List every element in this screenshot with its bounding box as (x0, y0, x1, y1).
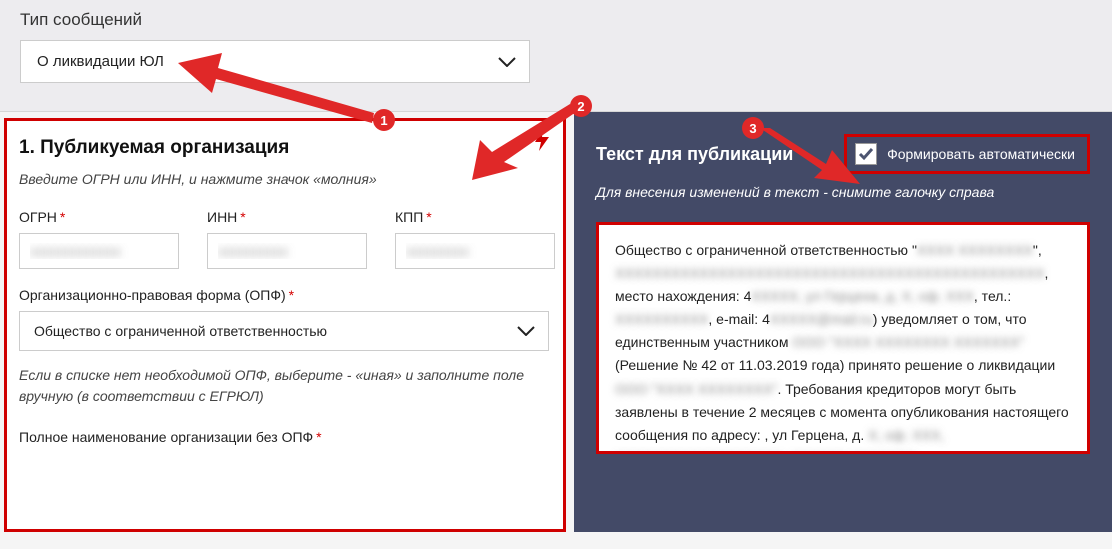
auto-generate-checkbox[interactable] (855, 143, 877, 165)
inn-label: ИНН* (207, 209, 367, 225)
kpp-field: КПП* (395, 209, 555, 269)
id-fields-row: ОГРН* ИНН* КПП* (19, 209, 543, 269)
opf-select[interactable]: Общество с ограниченной ответственностью (19, 311, 549, 351)
inn-input[interactable] (207, 233, 367, 269)
message-type-label: Тип сообщений (20, 10, 1092, 30)
kpp-label: КПП* (395, 209, 555, 225)
publication-subhint: Для внесения изменений в текст - снимите… (596, 184, 1090, 200)
kpp-input[interactable] (395, 233, 555, 269)
opf-selected-value: Общество с ограниченной ответственностью (19, 311, 549, 351)
auto-generate-label: Формировать автоматически (887, 146, 1075, 162)
publication-header: Текст для публикации Формировать автомат… (596, 134, 1090, 174)
ogrn-field: ОГРН* (19, 209, 179, 269)
message-type-select[interactable]: О ликвидации ЮЛ (20, 40, 530, 83)
message-type-section: Тип сообщений О ликвидации ЮЛ (0, 0, 1112, 112)
ogrn-label: ОГРН* (19, 209, 179, 225)
inn-field: ИНН* (207, 209, 367, 269)
left-column: 1. Публикуемая организация Введите ОГРН … (0, 112, 574, 532)
full-name-label: Полное наименование организации без ОПФ* (19, 429, 543, 445)
message-type-selected-value: О ликвидации ЮЛ (20, 40, 530, 83)
organization-hint: Введите ОГРН или ИНН, и нажмите значок «… (19, 171, 543, 187)
opf-label: Организационно-правовая форма (ОПФ)* (19, 287, 543, 303)
publication-text-panel: Текст для публикации Формировать автомат… (574, 112, 1112, 532)
opf-hint: Если в списке нет необходимой ОПФ, выбер… (19, 365, 543, 407)
main-row: 1. Публикуемая организация Введите ОГРН … (0, 112, 1112, 532)
publication-body[interactable]: Общество с ограниченной ответственностью… (596, 222, 1090, 454)
ogrn-input[interactable] (19, 233, 179, 269)
lightning-icon[interactable] (535, 129, 549, 157)
organization-title: 1. Публикуемая организация (19, 137, 543, 159)
organization-panel: 1. Публикуемая организация Введите ОГРН … (4, 118, 566, 532)
publication-title: Текст для публикации (596, 144, 793, 165)
auto-generate-block: Формировать автоматически (844, 134, 1090, 174)
